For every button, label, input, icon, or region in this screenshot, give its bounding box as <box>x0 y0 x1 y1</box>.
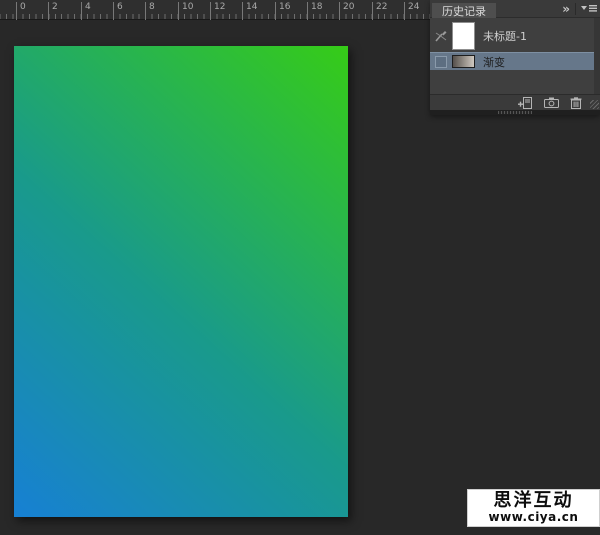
new-snapshot-camera-icon[interactable] <box>544 97 559 108</box>
ruler-mark: 24 <box>404 2 419 12</box>
collapse-panel-icon[interactable]: » <box>562 0 570 18</box>
ruler-mark: 4 <box>81 2 91 12</box>
ruler-mark: 6 <box>113 2 123 12</box>
panel-resize-grip[interactable] <box>590 100 599 109</box>
watermark-title: 思洋互动 <box>494 492 574 511</box>
ruler-mark: 16 <box>275 2 290 12</box>
history-panel-buttons <box>430 94 600 110</box>
ruler-mark: 10 <box>178 2 193 12</box>
ruler-mark: 12 <box>210 2 225 12</box>
ruler-mark: 20 <box>339 2 354 12</box>
watermark-url: www.ciya.cn <box>489 511 579 524</box>
document-canvas-gradient[interactable] <box>14 46 348 517</box>
ruler-mark: 14 <box>242 2 257 12</box>
history-states-list: 未标题-1 渐变 <box>430 18 600 94</box>
delete-state-trash-icon[interactable] <box>570 97 582 109</box>
photoshop-workspace: { "app": { "background_color": "#282828"… <box>0 0 600 535</box>
gradient-state-thumbnail <box>452 55 475 68</box>
history-state-label: 渐变 <box>483 54 505 70</box>
ruler-mark: 2 <box>48 2 58 12</box>
ruler-mark: 18 <box>307 2 322 12</box>
panel-menu-icon[interactable] <box>581 4 597 14</box>
history-panel: 历史记录 » 未标题-1 <box>430 0 600 115</box>
new-document-from-state-icon[interactable] <box>517 97 533 109</box>
history-brush-source-icon[interactable] <box>430 29 452 43</box>
ruler-mark: 8 <box>145 2 155 12</box>
panel-bottom-edge <box>430 110 600 115</box>
history-state-untitled[interactable]: 未标题-1 <box>430 20 594 52</box>
panel-drag-handle[interactable] <box>498 111 532 114</box>
ruler-mark: 22 <box>372 2 387 12</box>
history-state-label: 未标题-1 <box>483 28 527 44</box>
watermark: 思洋互动 www.ciya.cn <box>467 489 600 527</box>
snapshot-thumbnail <box>452 22 475 50</box>
tabbar-separator <box>575 3 576 15</box>
history-state-gradient[interactable]: 渐变 <box>430 52 594 70</box>
history-panel-tabbar: 历史记录 » <box>430 0 600 18</box>
ruler-mark: 0 <box>16 2 26 12</box>
history-brush-source-slot[interactable] <box>435 56 447 68</box>
horizontal-ruler[interactable]: 0 2 4 6 8 10 12 14 16 18 20 22 24 <box>0 0 430 20</box>
